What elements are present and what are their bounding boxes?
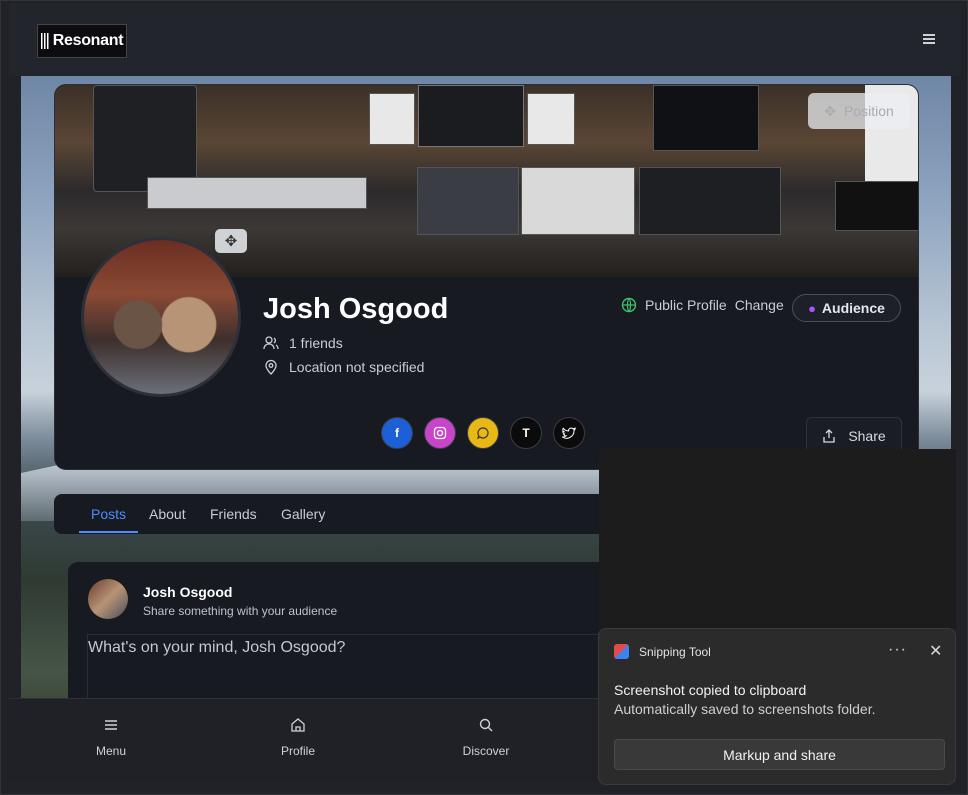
hamburger-icon[interactable]: [923, 34, 935, 44]
facebook-icon[interactable]: f: [381, 417, 413, 449]
social-links: f T: [381, 417, 585, 449]
logo[interactable]: Resonant: [37, 24, 127, 58]
change-link[interactable]: Change: [735, 297, 784, 313]
nav-discover[interactable]: Discover: [446, 717, 526, 758]
toast-body: Automatically saved to screenshots folde…: [614, 701, 876, 717]
keyboard: [147, 177, 367, 209]
bottom-nav: Menu Profile Discover: [9, 698, 609, 781]
marshall-amp: [835, 181, 918, 231]
more-options-icon[interactable]: ···: [888, 641, 907, 659]
move-icon: ✥: [824, 102, 836, 119]
toast-app-name: Snipping Tool: [639, 645, 711, 659]
toast-title: Screenshot copied to clipboard: [614, 682, 807, 698]
markup-and-share-button[interactable]: Markup and share: [614, 739, 945, 770]
top-bar: Resonant: [9, 3, 961, 76]
tab-friends[interactable]: Friends: [210, 506, 257, 522]
map-pin-icon: [265, 359, 277, 375]
monitor-speaker-2: [527, 93, 575, 145]
monitor-2: [653, 85, 759, 151]
overlay-panel: [599, 449, 956, 629]
search-icon: [479, 718, 493, 732]
tab-posts[interactable]: Posts: [91, 506, 126, 522]
tab-gallery[interactable]: Gallery: [281, 506, 325, 522]
menu-icon: [105, 720, 117, 730]
amp: [639, 167, 781, 235]
user-icon: ●: [808, 300, 816, 316]
monitor: [418, 85, 524, 147]
chat-icon[interactable]: [467, 417, 499, 449]
composer-subtitle: Share something with your audience: [143, 604, 338, 618]
twitter-icon[interactable]: [553, 417, 585, 449]
home-icon: [291, 718, 305, 732]
profile-card: ✥ Position ✥ Josh Osgood 1 friends Locati…: [54, 84, 919, 470]
nav-menu[interactable]: Menu: [71, 717, 151, 758]
users-icon: [263, 336, 279, 350]
visibility-label: Public Profile: [645, 297, 727, 313]
mixer: [417, 167, 519, 235]
avatar[interactable]: [81, 237, 241, 397]
logo-text: Resonant: [52, 32, 124, 49]
composer-name: Josh Osgood: [143, 584, 233, 600]
visibility: Public Profile Change: [621, 297, 784, 313]
profile-name: Josh Osgood: [263, 293, 449, 325]
profile-tabs: Posts About Friends Gallery: [54, 494, 624, 534]
close-icon[interactable]: ✕: [929, 641, 942, 661]
snipping-tool-toast: Snipping Tool ··· ✕ Screenshot copied to…: [598, 628, 956, 785]
snipping-tool-icon: [614, 644, 629, 659]
speaker-left: [93, 85, 197, 192]
t-icon[interactable]: T: [510, 417, 542, 449]
friends-count[interactable]: 1 friends: [263, 335, 343, 351]
tab-about[interactable]: About: [149, 506, 186, 522]
location: Location not specified: [263, 359, 424, 375]
active-tab-indicator: [79, 531, 138, 533]
instagram-icon[interactable]: [424, 417, 456, 449]
avatar-move-button[interactable]: ✥: [215, 229, 247, 253]
move-icon: ✥: [224, 233, 238, 250]
share-icon: [823, 429, 835, 443]
nav-profile[interactable]: Profile: [258, 717, 338, 758]
globe-icon: [621, 297, 637, 313]
monitor-speaker: [369, 93, 415, 145]
position-button[interactable]: ✥ Position: [808, 93, 910, 129]
composer-avatar: [88, 579, 128, 619]
tape-deck: [521, 167, 635, 235]
app-window: Resonant ✥ Position ✥ Josh Osgood 1 frien…: [0, 0, 968, 795]
logo-mark-icon: [40, 33, 50, 49]
audience-button[interactable]: ● Audience: [792, 294, 901, 322]
